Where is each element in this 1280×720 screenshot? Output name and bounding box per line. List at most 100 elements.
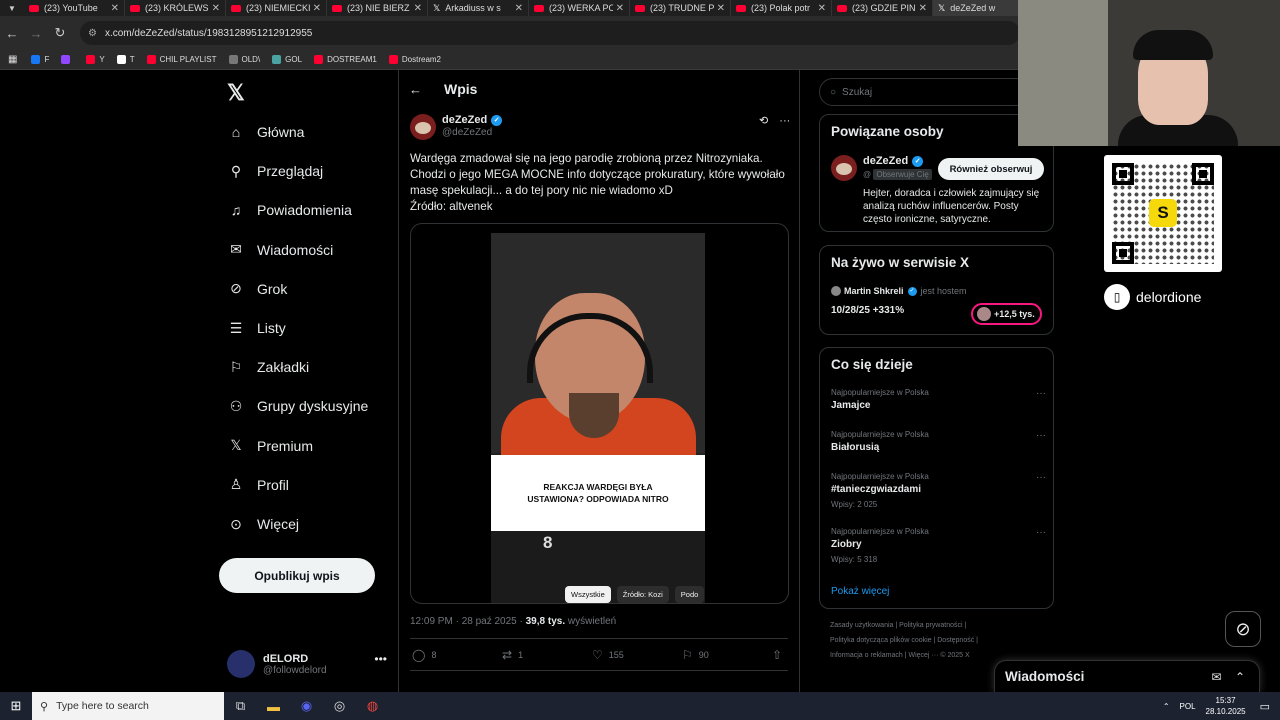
trend-more-icon[interactable]: ··· <box>1036 527 1046 538</box>
notifications-icon[interactable]: ▭ <box>1260 700 1270 713</box>
close-tab-icon[interactable]: ✕ <box>212 3 220 14</box>
back-arrow-icon[interactable]: ← <box>409 82 422 97</box>
discord-icon[interactable]: ◉ <box>290 692 323 720</box>
browser-tab[interactable]: (23) Polak potr ✕ <box>731 0 832 16</box>
close-tab-icon[interactable]: ✕ <box>313 3 321 14</box>
nav-item[interactable]: ⚇ Grupy dyskusyjne <box>227 397 369 415</box>
close-tab-icon[interactable]: ✕ <box>515 3 523 14</box>
trend-more-icon[interactable]: ··· <box>1036 388 1046 399</box>
author-name-row[interactable]: deZeZed ✓ <box>442 114 503 126</box>
live-host-row[interactable]: Martin Shkreli ✓ jest hostem <box>831 286 967 296</box>
file-explorer-icon[interactable]: ▬ <box>257 692 290 720</box>
browser-tab[interactable]: (23) GDZIE PIN ✕ <box>832 0 933 16</box>
language-indicator[interactable]: POL <box>1180 702 1196 711</box>
forward-icon[interactable]: → <box>24 26 48 41</box>
nav-item[interactable]: ⚐ Zakładki <box>227 358 309 376</box>
nav-item[interactable]: ☰ Listy <box>227 319 286 337</box>
reply-button[interactable]: ◯ 8 <box>412 648 502 662</box>
author-handle[interactable]: @deZeZed <box>442 127 492 138</box>
browser-tab[interactable]: (23) WERKA PO ✕ <box>529 0 630 16</box>
nav-item[interactable]: 𝕏 Premium <box>227 437 313 455</box>
video-frame[interactable]: REAKCJA WARDĘGI BYŁA USTAWIONA? ODPOWIAD… <box>491 233 705 603</box>
live-text[interactable]: 10/28/25 +331% <box>831 305 904 316</box>
chip-more[interactable]: Podo <box>674 586 705 603</box>
reload-icon[interactable]: ↻ <box>48 25 72 41</box>
nav-item[interactable]: ✉ Wiadomości <box>227 241 333 259</box>
taskbar-search[interactable]: ⚲ Type here to search <box>32 692 224 720</box>
author-avatar[interactable] <box>410 114 436 140</box>
bookmark-item[interactable]: OLD\ <box>228 55 260 64</box>
trend-item[interactable]: Najpopularniejsze w Polska Jamajce ··· <box>831 388 1046 411</box>
repost-button[interactable]: ⇄ 1 <box>502 648 592 662</box>
nav-item[interactable]: ⊘ Grok <box>227 280 287 298</box>
trend-item[interactable]: Najpopularniejsze w Polska Ziobry Wpisy: 5… <box>831 527 1046 564</box>
chip-source[interactable]: Źródło: Kozi <box>616 586 669 603</box>
x-logo-icon[interactable]: 𝕏 <box>227 80 245 106</box>
follow-back-button[interactable]: Również obserwuj <box>938 158 1044 180</box>
footer-line[interactable]: Polityka dotycząca plików cookie | Dostę… <box>830 633 1050 648</box>
grok-floating-icon[interactable]: ⊘ <box>1225 611 1261 647</box>
close-tab-icon[interactable]: ✕ <box>111 3 119 14</box>
bookmark-item[interactable]: CHIL PLAYLIST <box>146 55 217 64</box>
close-tab-icon[interactable]: ✕ <box>919 3 927 14</box>
bookmark-item[interactable]: Dostream2 <box>388 55 441 64</box>
show-more-link[interactable]: Pokaż więcej <box>831 586 889 597</box>
related-name-row[interactable]: deZeZed ✓ <box>863 155 924 167</box>
tab-search-icon[interactable]: ▼ <box>0 0 24 16</box>
close-tab-icon[interactable]: ✕ <box>414 3 422 14</box>
nav-item[interactable]: ♙ Profil <box>227 476 289 494</box>
browser-tab[interactable]: (23) KRÓLEWSKI✕ <box>125 0 226 16</box>
post-video[interactable]: REAKCJA WARDĘGI BYŁA USTAWIONA? ODPOWIAD… <box>410 223 789 604</box>
bookmark-item[interactable] <box>61 55 74 64</box>
trend-item[interactable]: Najpopularniejsze w Polska #tanieczgwiazd… <box>831 472 1046 509</box>
trend-more-icon[interactable]: ··· <box>1036 430 1046 441</box>
trend-item[interactable]: Najpopularniejsze w Polska Białorusią ··· <box>831 430 1046 453</box>
more-icon[interactable]: ••• <box>374 652 387 666</box>
publish-post-button[interactable]: Opublikuj wpis <box>219 558 375 593</box>
bookmark-button[interactable]: ⚐ 90 <box>682 648 772 662</box>
close-tab-icon[interactable]: ✕ <box>616 3 624 14</box>
post-more-icon[interactable]: ··· <box>779 115 790 127</box>
apps-icon[interactable]: ▦ <box>8 54 17 65</box>
bookmark-item[interactable]: DOSTREAM1 <box>314 55 377 64</box>
account-switcher[interactable]: dELORD @followdelord ••• <box>227 646 387 682</box>
bookmark-item[interactable]: GOL <box>272 55 302 64</box>
live-listeners-button[interactable]: +12,5 tys. <box>971 303 1042 325</box>
nav-item[interactable]: ⌂ Główna <box>227 123 305 141</box>
back-icon[interactable]: ← <box>0 26 24 41</box>
messages-drawer[interactable]: Wiadomości ✉ ⌃ <box>994 660 1260 692</box>
url-field[interactable]: ⚙ x.com/deZeZed/status/19831289512129129… <box>80 21 1020 45</box>
nav-item[interactable]: ⚲ Przeglądaj <box>227 162 323 180</box>
post-time[interactable]: 12:09 PM · 28 paź 2025 · <box>410 616 526 627</box>
browser-tab[interactable]: 𝕏 Arkadiuss w s ✕ <box>428 0 529 16</box>
share-button[interactable]: ⇧ <box>772 648 788 662</box>
chrome-icon[interactable]: ◍ <box>356 692 389 720</box>
clock[interactable]: 15:37 28.10.2025 <box>1206 695 1246 717</box>
tray-overflow-icon[interactable]: ⌃ <box>1163 702 1170 711</box>
bookmark-item[interactable]: T <box>116 55 135 64</box>
browser-tab[interactable]: (23) TRUDNE P ✕ <box>630 0 731 16</box>
related-avatar[interactable] <box>831 155 857 181</box>
footer-line[interactable]: Zasady użytkowania | Polityka prywatnośc… <box>830 618 1050 633</box>
expand-icon[interactable]: ⌃ <box>1235 670 1245 684</box>
site-settings-icon[interactable]: ⚙ <box>88 28 97 39</box>
like-button[interactable]: ♡ 155 <box>592 648 682 662</box>
windows-start-icon[interactable]: ⊞ <box>0 692 32 720</box>
browser-tab[interactable]: (23) YouTube ✕ <box>24 0 125 16</box>
nav-item[interactable]: ♫ Powiadomienia <box>227 201 352 219</box>
new-message-icon[interactable]: ✉ <box>1212 670 1222 684</box>
close-tab-icon[interactable]: ✕ <box>818 3 826 14</box>
browser-tab[interactable]: (23) NIEMIECKI ✕ <box>226 0 327 16</box>
grok-explain-icon[interactable]: ⟲ <box>759 115 768 127</box>
live-card: Na żywo w serwisie X Martin Shkreli ✓ je… <box>819 245 1054 335</box>
bookmark-item[interactable]: F <box>31 55 49 64</box>
close-tab-icon[interactable]: ✕ <box>717 3 725 14</box>
search-input[interactable]: ○ Szukaj <box>819 78 1029 106</box>
bookmark-item[interactable]: Y <box>86 55 105 64</box>
trend-more-icon[interactable]: ··· <box>1036 472 1046 483</box>
chip-all[interactable]: Wszystkie <box>565 586 611 603</box>
obs-icon[interactable]: ◎ <box>323 692 356 720</box>
browser-tab[interactable]: (23) NIE BIERZ ✕ <box>327 0 428 16</box>
task-view-icon[interactable]: ⧉ <box>224 692 257 720</box>
nav-item[interactable]: ⊙ Więcej <box>227 515 299 533</box>
